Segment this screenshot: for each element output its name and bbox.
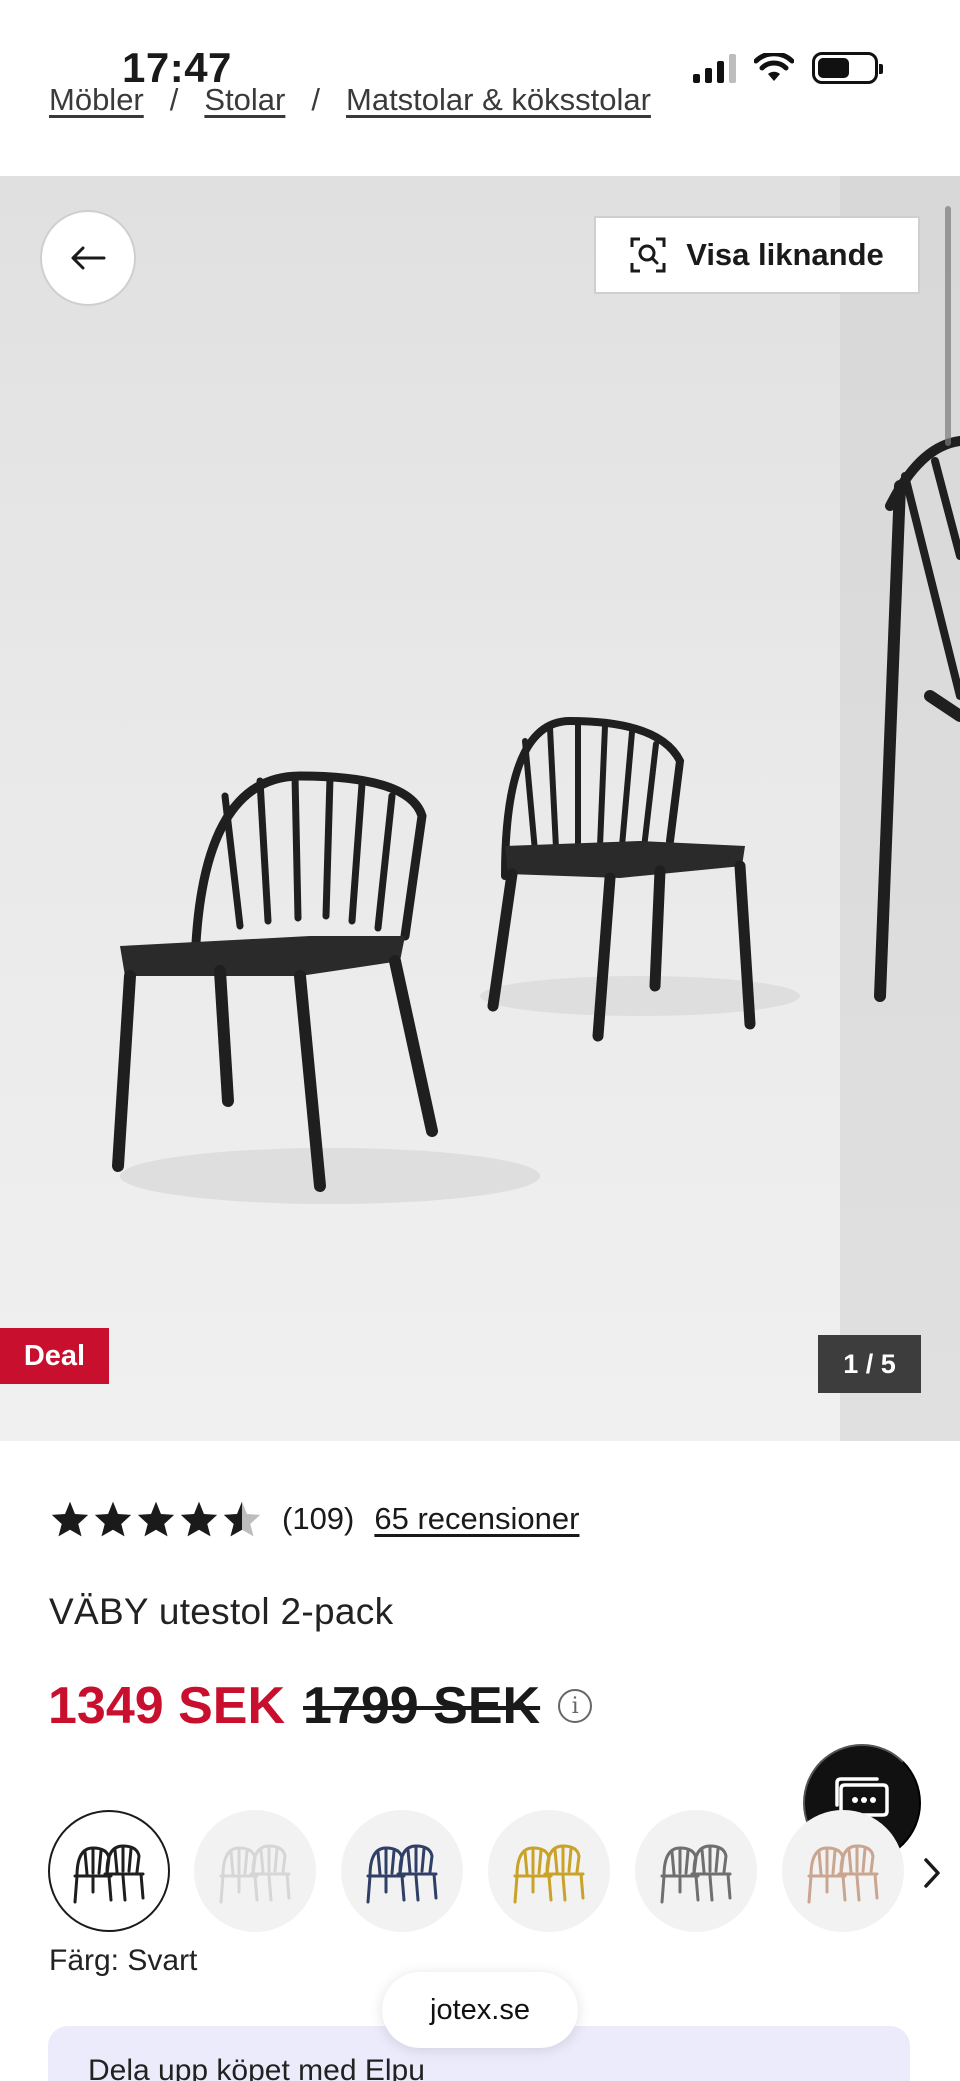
swatch-beige[interactable] xyxy=(782,1810,904,1932)
signal-icon xyxy=(693,53,736,83)
chair-thumbnail-icon xyxy=(73,1844,145,1904)
wifi-icon xyxy=(754,53,794,81)
chair-thumbnail-icon xyxy=(219,1844,291,1904)
breadcrumb-item-stolar[interactable]: Stolar xyxy=(204,82,285,118)
browser-address-pill[interactable]: jotex.se xyxy=(382,1972,578,2048)
color-value: Svart xyxy=(127,1944,198,1977)
swatch-bla[interactable] xyxy=(341,1810,463,1932)
chair-thumbnail-icon xyxy=(807,1844,879,1904)
breadcrumb-separator: / xyxy=(311,82,320,117)
breadcrumb-separator: / xyxy=(169,82,179,117)
swatches-next-button[interactable] xyxy=(914,1848,950,1898)
price-row: 1349 SEK 1799 SEK i xyxy=(48,1676,593,1736)
status-icons xyxy=(693,52,883,84)
selected-color-label: Färg: Svart xyxy=(49,1944,197,1978)
swatch-vit[interactable] xyxy=(194,1810,316,1932)
star-icon xyxy=(51,1501,89,1537)
image-counter: 1 / 5 xyxy=(818,1335,921,1393)
star-icon xyxy=(180,1501,218,1537)
breadcrumb: Möbler / Stolar / Matstolar & köksstolar xyxy=(49,82,651,118)
visual-search-icon xyxy=(630,237,666,273)
chair-thumbnail-icon xyxy=(513,1844,585,1904)
product-title: VÄBY utestol 2-pack xyxy=(49,1591,394,1632)
swatch-gul[interactable] xyxy=(488,1810,610,1932)
star-icon xyxy=(137,1501,175,1537)
product-image-gallery[interactable]: Visa liknande Deal 1 / 5 xyxy=(0,176,960,1441)
breadcrumb-item-mobler[interactable]: Möbler xyxy=(49,82,144,118)
product-photo-chairs xyxy=(112,436,960,1204)
reviews-link[interactable]: 65 recensioner xyxy=(374,1501,579,1537)
rating-stars xyxy=(50,1500,262,1538)
swatch-gra[interactable] xyxy=(635,1810,757,1932)
star-icon xyxy=(94,1501,132,1537)
current-price: 1349 SEK xyxy=(48,1677,286,1735)
rating-count: (109) xyxy=(282,1501,355,1536)
payment-banner-text: Dela upp köpet med Elpu xyxy=(88,2054,425,2081)
show-similar-button[interactable]: Visa liknande xyxy=(594,216,920,294)
gallery-scroll-indicator xyxy=(945,206,951,446)
chair-thumbnail-icon xyxy=(366,1844,438,1904)
info-icon[interactable]: i xyxy=(558,1689,593,1723)
back-button[interactable] xyxy=(40,210,136,306)
rating-row: (109) 65 recensioner xyxy=(50,1500,579,1538)
chevron-right-icon xyxy=(924,1858,940,1888)
deal-badge: Deal xyxy=(0,1328,109,1384)
battery-icon xyxy=(812,52,883,84)
half-star-icon xyxy=(223,1501,261,1537)
show-similar-label: Visa liknande xyxy=(686,237,884,272)
breadcrumb-item-matstolar[interactable]: Matstolar & köksstolar xyxy=(346,82,651,118)
swatch-svart[interactable] xyxy=(48,1810,170,1932)
original-price: 1799 SEK xyxy=(303,1677,541,1735)
arrow-left-icon xyxy=(71,246,106,270)
chair-thumbnail-icon xyxy=(660,1844,732,1904)
color-swatches xyxy=(48,1810,960,1934)
color-prefix: Färg: xyxy=(49,1944,120,1977)
